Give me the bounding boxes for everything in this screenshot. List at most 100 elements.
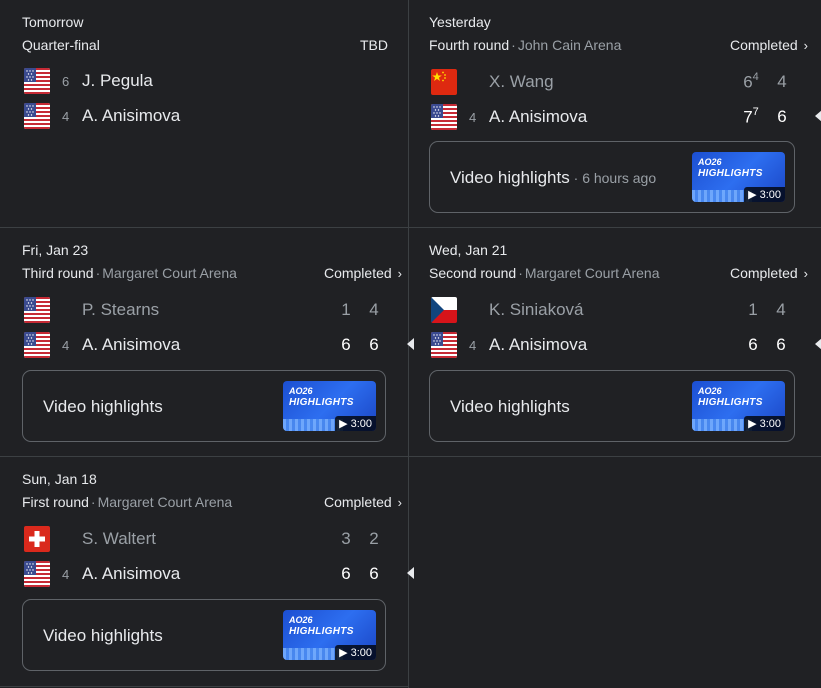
match-card-first-round[interactable]: Sun, Jan 18 First round · Margaret Court A… [0,457,414,686]
player-name: A. Anisimova [489,335,588,354]
set2-score: 2 [369,529,379,548]
video-duration: ▶ 3:00 [335,416,376,431]
video-thumbnail: AO26 HIGHLIGHTS ▶ 3:00 [283,610,376,660]
video-highlights-button[interactable]: Video highlights · 6 hours ago AO26 HIGH… [429,141,795,213]
player-seed: 4 [62,109,70,124]
player-seed: 4 [469,338,477,353]
player-name: J. Pegula [82,71,153,90]
video-highlights-label: Video highlights [450,397,570,416]
set1-score: 6 [341,564,351,583]
us-flag-icon [24,297,50,323]
player-row: 6 J. Pegula [22,65,388,95]
set1-score: 1 [341,300,351,319]
player-row: P. Stearns 1 4 [22,294,388,324]
player-name: S. Waltert [82,529,156,548]
set2-score: 4 [776,300,786,319]
set2-score: 6 [776,335,786,354]
set2-score: 4 [777,72,787,91]
match-venue: Margaret Court Arena [97,494,233,510]
set1-score: 1 [748,300,758,319]
winner-indicator-icon [407,567,414,579]
video-highlights-label: Video highlights [43,397,163,416]
player-name: A. Anisimova [489,107,588,126]
match-date: Tomorrow [22,14,84,30]
video-duration: ▶ 3:00 [335,645,376,660]
us-flag-icon [431,332,457,358]
set1-score: 6 [341,335,351,354]
czech-flag-icon [431,297,457,323]
match-venue: John Cain Arena [517,37,622,53]
video-thumbnail: AO26 HIGHLIGHTS ▶ 3:00 [692,152,785,202]
us-flag-icon [24,103,50,129]
player-name: A. Anisimova [82,564,181,583]
us-flag-icon [24,332,50,358]
china-flag-icon [431,69,457,95]
match-venue: Margaret Court Arena [102,265,237,281]
us-flag-icon [24,561,50,587]
video-age: 6 hours ago [582,170,657,186]
set1-score: 77 [743,106,759,127]
match-card-fourth-round[interactable]: Yesterday Fourth round · John Cain Arena C… [408,0,821,227]
set1-score: 3 [341,529,351,548]
player-row: 4 A. Anisimova 77 6 [429,101,821,131]
video-highlights-button[interactable]: Video highlights AO26 HIGHLIGHTS ▶ 3:00 [429,370,795,442]
player-name: P. Stearns [82,300,160,319]
match-round: Third round · Margaret Court Arena [22,265,237,281]
player-row: 4 A. Anisimova [22,100,388,130]
video-duration: ▶ 3:00 [744,187,785,202]
us-flag-icon [24,68,50,94]
set2-score: 6 [369,335,379,354]
match-round: First round · Margaret Court Arena [22,494,233,510]
match-date: Wed, Jan 21 [429,242,508,258]
set2-score: 4 [369,300,379,319]
chevron-right-icon: › [803,266,808,281]
player-row: S. Waltert 3 2 [22,523,388,553]
match-status-link[interactable]: Completed › [730,37,808,53]
player-name: A. Anisimova [82,106,181,125]
video-highlights-button[interactable]: Video highlights AO26 HIGHLIGHTS ▶ 3:00 [22,370,386,442]
player-seed: 4 [469,110,477,125]
match-round: Quarter-final [22,37,100,53]
player-seed: 4 [62,338,70,353]
player-seed: 4 [62,567,70,582]
video-thumbnail: AO26 HIGHLIGHTS ▶ 3:00 [283,381,376,431]
winner-indicator-icon [815,338,821,350]
set2-score: 6 [777,107,787,126]
player-name: K. Siniaková [489,300,584,319]
match-card-quarter-final[interactable]: Tomorrow Quarter-final TBD 6 J. Pegula 4… [0,0,408,227]
swiss-flag-icon [24,526,50,552]
chevron-right-icon: › [397,495,402,510]
chevron-right-icon: › [803,38,808,53]
player-row: X. Wang 64 4 [429,66,801,96]
player-seed: 6 [62,74,70,89]
player-row: K. Siniaková 1 4 [429,294,801,324]
set1-score: 64 [743,71,759,92]
row-divider [0,686,408,687]
match-status-link[interactable]: Completed › [324,265,402,281]
match-round: Second round · Margaret Court Arena [429,265,660,281]
match-date: Yesterday [429,14,491,30]
match-venue: Margaret Court Arena [524,265,660,281]
chevron-right-icon: › [397,266,402,281]
player-row: 4 A. Anisimova 6 6 [22,329,414,359]
set1-score: 6 [748,335,758,354]
video-highlights-label: Video highlights · 6 hours ago [450,168,657,187]
match-card-third-round[interactable]: Fri, Jan 23 Third round · Margaret Court A… [0,228,414,456]
video-highlights-button[interactable]: Video highlights AO26 HIGHLIGHTS ▶ 3:00 [22,599,386,671]
player-row: 4 A. Anisimova 6 6 [429,329,821,359]
match-status-link[interactable]: Completed › [324,494,402,510]
match-card-second-round[interactable]: Wed, Jan 21 Second round · Margaret Court … [408,228,821,456]
match-round: Fourth round · John Cain Arena [429,37,622,53]
match-status: TBD [360,37,388,53]
set2-score: 6 [369,564,379,583]
winner-indicator-icon [815,110,821,122]
video-duration: ▶ 3:00 [744,416,785,431]
match-date: Fri, Jan 23 [22,242,89,258]
us-flag-icon [431,104,457,130]
match-status-link[interactable]: Completed › [730,265,808,281]
match-date: Sun, Jan 18 [22,471,97,487]
player-name: A. Anisimova [82,335,181,354]
video-thumbnail: AO26 HIGHLIGHTS ▶ 3:00 [692,381,785,431]
player-row: 4 A. Anisimova 6 6 [22,558,414,588]
player-name: X. Wang [489,72,554,91]
